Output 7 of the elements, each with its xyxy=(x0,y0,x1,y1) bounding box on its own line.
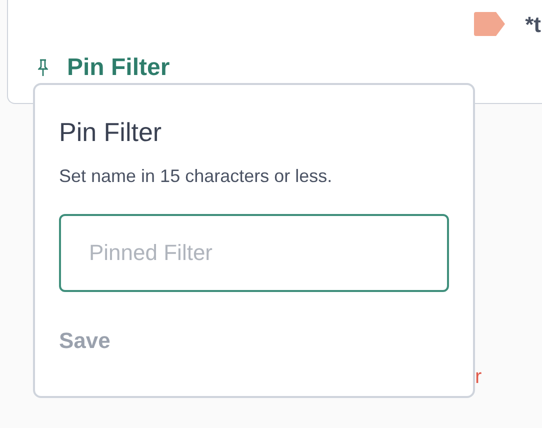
partial-text: r xyxy=(475,365,482,390)
pin-icon xyxy=(38,59,48,77)
popover-title: Pin Filter xyxy=(59,116,163,149)
name-input-field[interactable]: Pinned Filter xyxy=(59,214,449,292)
popover-hint: Set name in 15 characters or less. xyxy=(59,165,334,188)
tag-label: *t xyxy=(525,10,541,38)
pin-filter-link[interactable]: Pin Filter xyxy=(67,50,170,86)
